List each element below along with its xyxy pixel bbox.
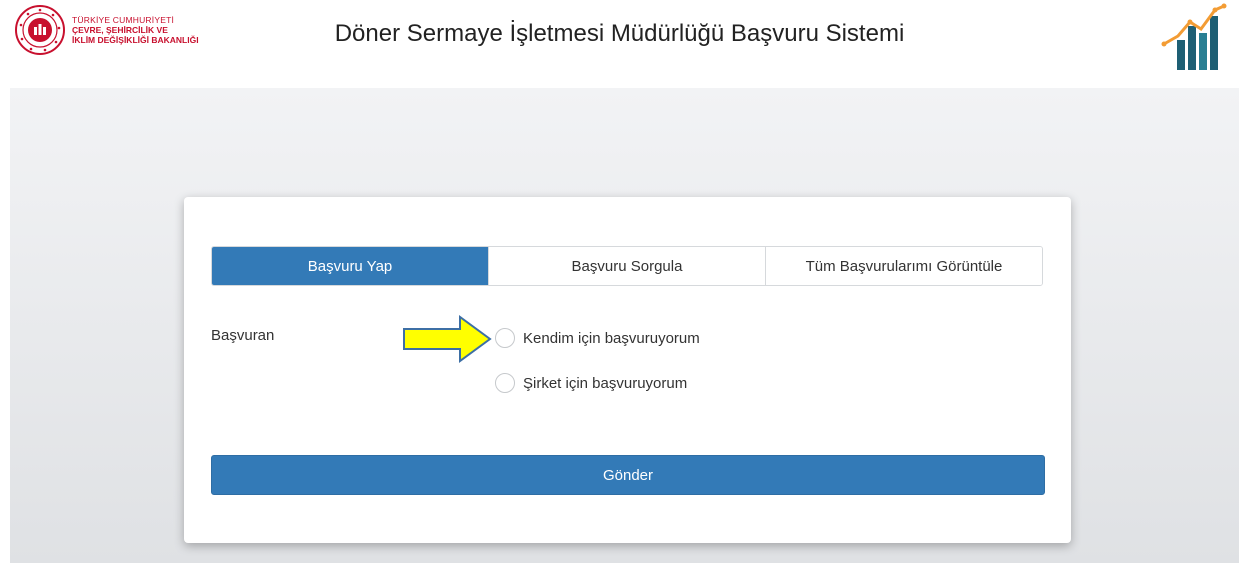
submit-button[interactable]: Gönder — [211, 455, 1045, 495]
page-title: Döner Sermaye İşletmesi Müdürlüğü Başvur… — [334, 20, 905, 47]
radio-button-company[interactable] — [495, 373, 515, 393]
tab-apply[interactable]: Başvuru Yap — [212, 247, 488, 285]
radio-option-self[interactable]: Kendim için başvuruyorum — [495, 328, 700, 348]
radio-option-company[interactable]: Şirket için başvuruyorum — [495, 373, 687, 393]
bar-chart-growth-icon — [1160, 2, 1228, 74]
pointer-arrow-icon — [403, 315, 492, 363]
tab-bar: Başvuru Yap Başvuru Sorgula Tüm Başvurul… — [211, 246, 1043, 286]
radio-label-self[interactable]: Kendim için başvuruyorum — [523, 330, 700, 347]
application-card: Başvuru Yap Başvuru Sorgula Tüm Başvurul… — [184, 197, 1071, 543]
header: TÜRKİYE CUMHURİYETİ ÇEVRE, ŞEHİRCİLİK VE… — [0, 0, 1239, 88]
radio-label-company[interactable]: Şirket için başvuruyorum — [523, 375, 687, 392]
radio-button-self[interactable] — [495, 328, 515, 348]
applicant-label: Başvuran — [211, 327, 275, 344]
tab-view-all-applications[interactable]: Tüm Başvurularımı Görüntüle — [765, 247, 1042, 285]
tab-query[interactable]: Başvuru Sorgula — [488, 247, 765, 285]
